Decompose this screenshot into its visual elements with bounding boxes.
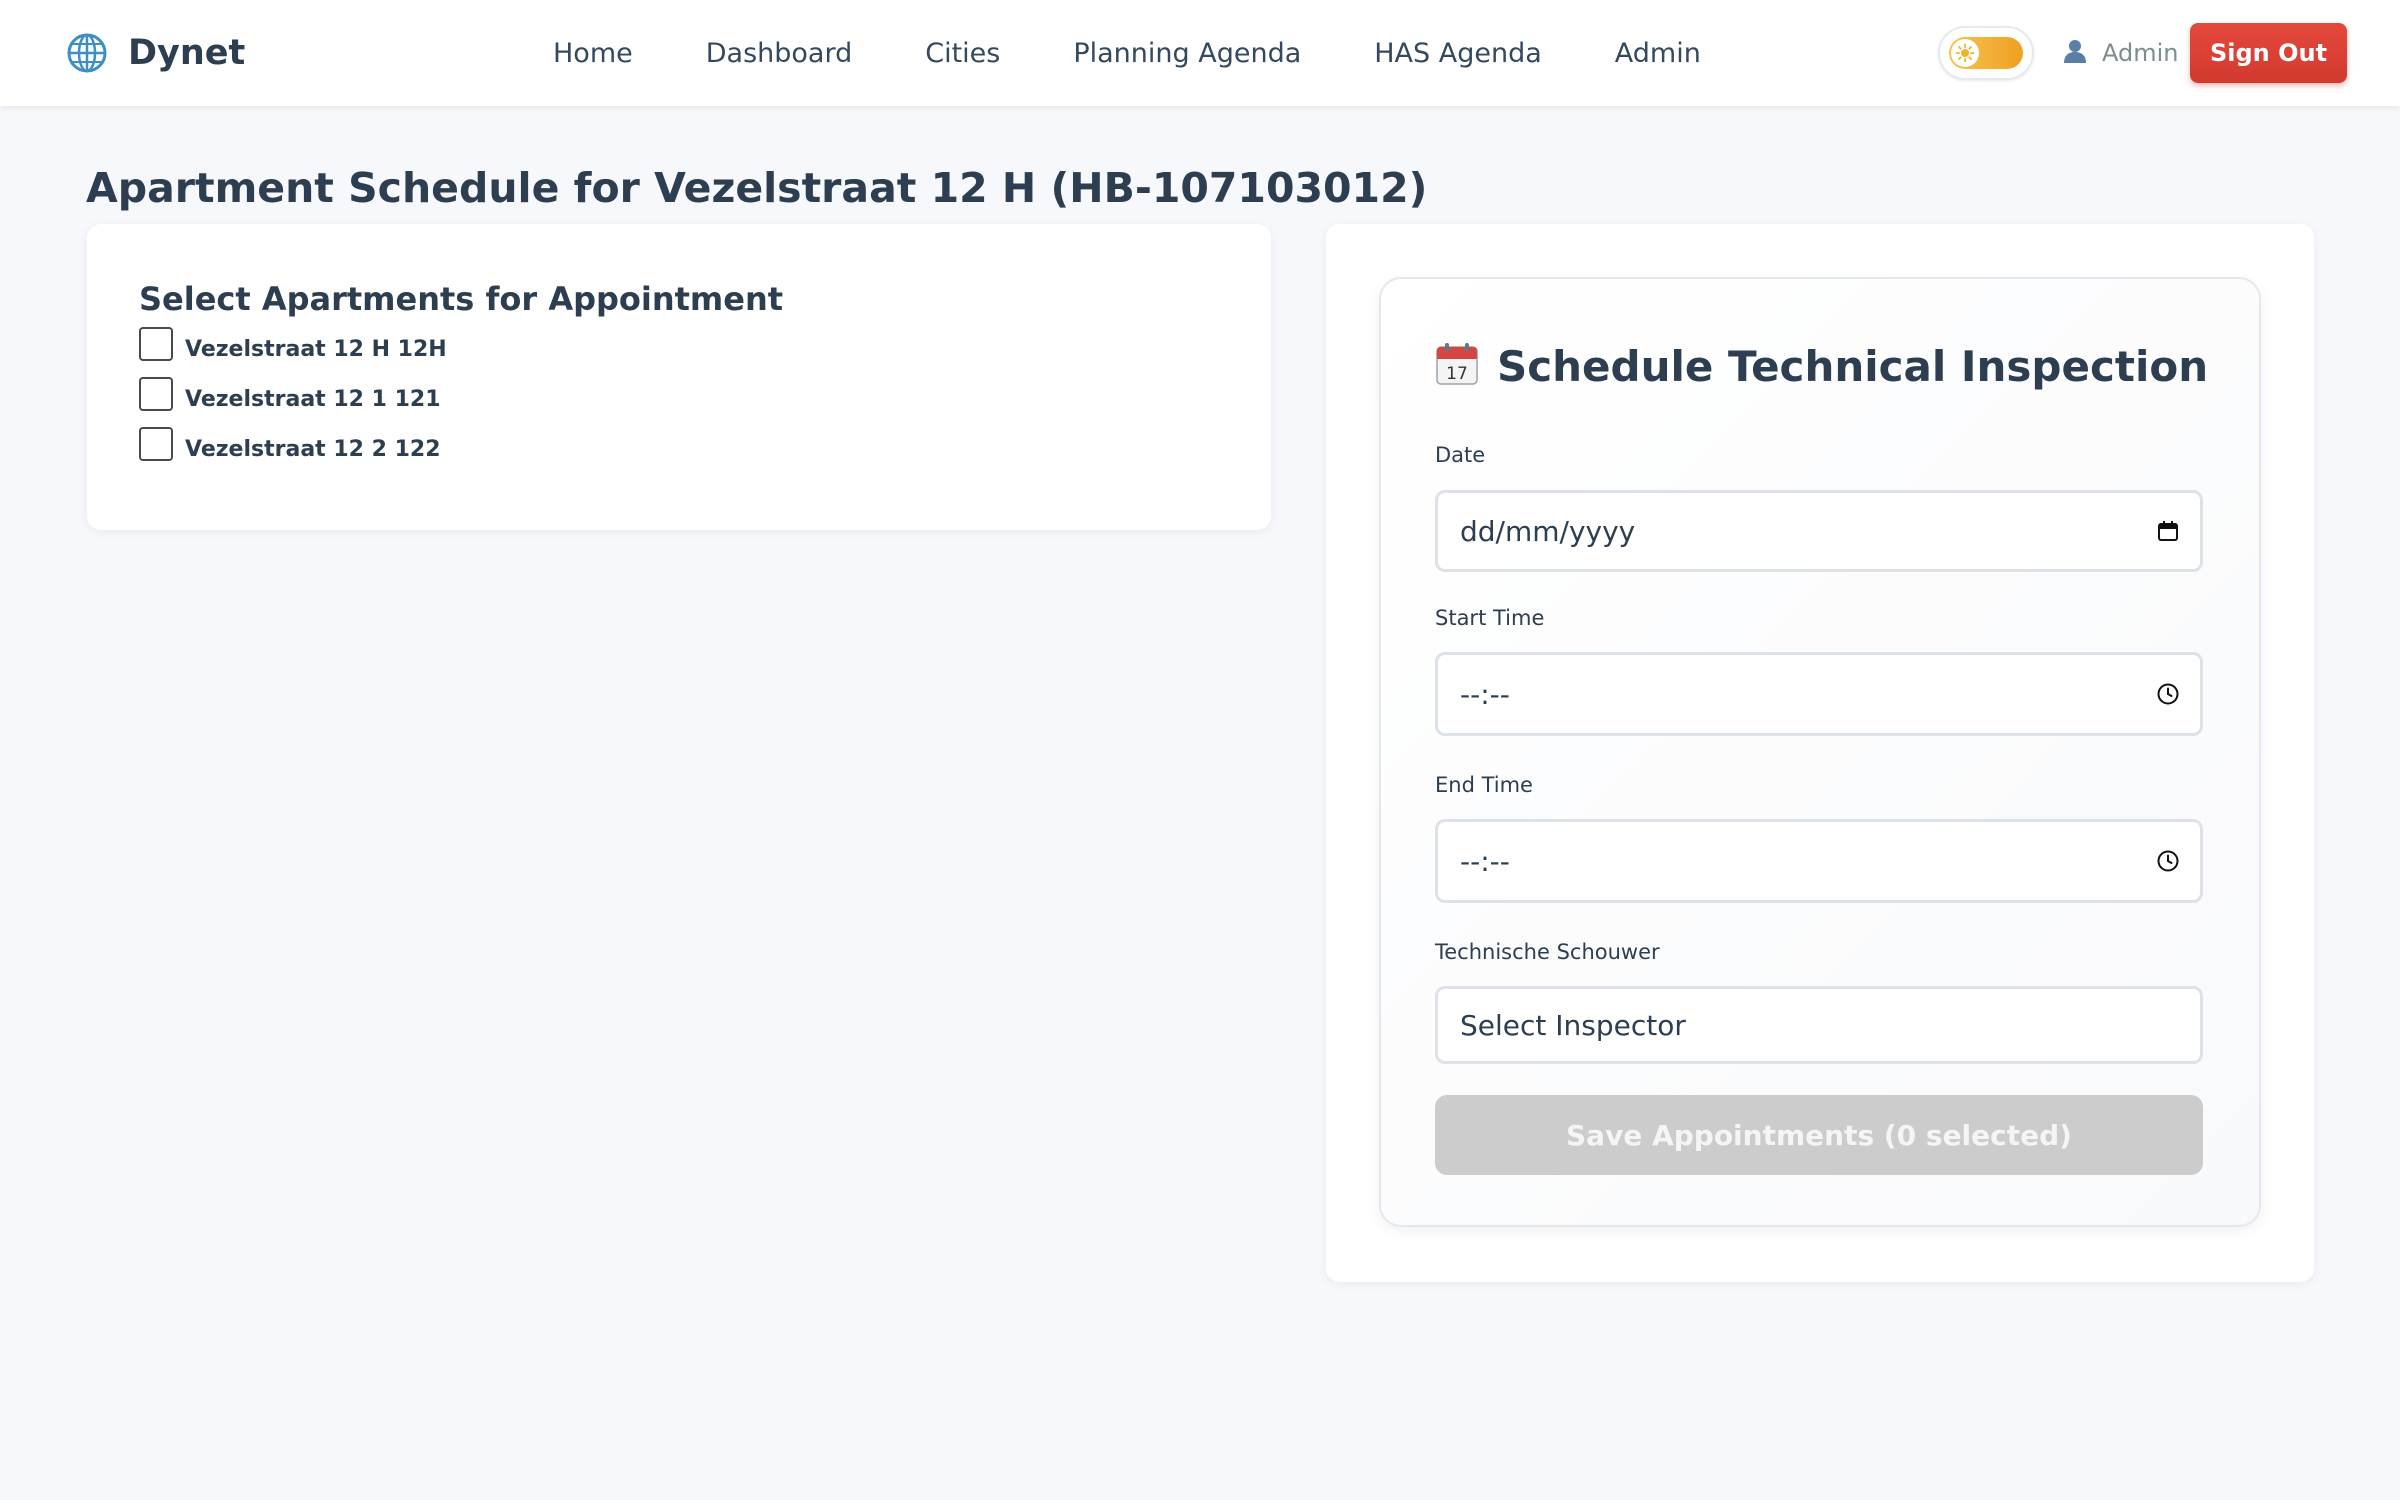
nav-link-admin[interactable]: Admin <box>1615 38 1701 69</box>
start-time-input[interactable]: --:-- <box>1435 652 2203 736</box>
svg-text:17: 17 <box>1446 364 1468 384</box>
toggle-track <box>1949 37 2023 69</box>
apartment-checkbox[interactable] <box>139 377 173 411</box>
top-navbar: Dynet Home Dashboard Cities Planning Age… <box>0 0 2400 106</box>
sign-out-button[interactable]: Sign Out <box>2190 23 2347 83</box>
theme-toggle[interactable] <box>1938 26 2034 80</box>
globe-icon <box>66 32 108 74</box>
clock-icon[interactable] <box>2156 849 2180 873</box>
apartment-item[interactable]: Vezelstraat 12 H 12H <box>139 327 447 377</box>
end-time-input[interactable]: --:-- <box>1435 819 2203 903</box>
apartment-checkbox[interactable] <box>139 327 173 361</box>
nav-link-planning-agenda[interactable]: Planning Agenda <box>1073 38 1301 69</box>
current-user[interactable]: Admin <box>2062 34 2179 72</box>
brand-name: Dynet <box>128 33 246 73</box>
clock-icon[interactable] <box>2156 682 2180 706</box>
main-nav: Home Dashboard Cities Planning Agenda HA… <box>553 32 1701 74</box>
apartment-label: Vezelstraat 12 H 12H <box>185 337 447 362</box>
inspector-select-value: Select Inspector <box>1460 1008 1686 1042</box>
calendar-picker-icon[interactable] <box>2156 519 2180 543</box>
end-time-value: --:-- <box>1460 844 1510 878</box>
apartment-item[interactable]: Vezelstraat 12 1 121 <box>139 377 447 427</box>
user-icon <box>2062 38 2088 68</box>
end-time-label: End Time <box>1435 773 1533 797</box>
nav-link-cities[interactable]: Cities <box>925 38 1000 69</box>
nav-link-home[interactable]: Home <box>553 38 633 69</box>
save-appointments-button[interactable]: Save Appointments (0 selected) <box>1435 1095 2203 1175</box>
apartment-checkbox[interactable] <box>139 427 173 461</box>
apartment-label: Vezelstraat 12 1 121 <box>185 387 441 412</box>
form-title: 17 Schedule Technical Inspection <box>1435 341 2208 391</box>
start-time-value: --:-- <box>1460 677 1510 711</box>
date-input[interactable]: dd/mm/yyyy <box>1435 490 2203 572</box>
date-input-value: dd/mm/yyyy <box>1460 514 1636 548</box>
nav-link-dashboard[interactable]: Dashboard <box>706 38 852 69</box>
inspector-select[interactable]: Select Inspector <box>1435 986 2203 1064</box>
sun-icon <box>1951 39 1979 67</box>
date-label: Date <box>1435 443 1486 467</box>
nav-link-has-agenda[interactable]: HAS Agenda <box>1374 38 1542 69</box>
apartment-item[interactable]: Vezelstraat 12 2 122 <box>139 427 447 477</box>
apartment-selection-heading: Select Apartments for Appointment <box>139 280 784 318</box>
schedule-form: 17 Schedule Technical Inspection Date dd… <box>1379 277 2261 1227</box>
schedule-card: 17 Schedule Technical Inspection Date dd… <box>1326 224 2314 1282</box>
apartment-label: Vezelstraat 12 2 122 <box>185 437 441 462</box>
calendar-icon: 17 <box>1435 342 1479 390</box>
form-title-text: Schedule Technical Inspection <box>1497 341 2209 391</box>
brand[interactable]: Dynet <box>66 30 245 76</box>
apartment-list: Vezelstraat 12 H 12H Vezelstraat 12 1 12… <box>139 327 447 477</box>
page-title: Apartment Schedule for Vezelstraat 12 H … <box>86 164 1428 212</box>
inspector-label: Technische Schouwer <box>1435 940 1660 964</box>
start-time-label: Start Time <box>1435 606 1545 630</box>
apartment-selection-card: Select Apartments for Appointment Vezels… <box>87 224 1271 530</box>
user-name: Admin <box>2102 39 2179 67</box>
